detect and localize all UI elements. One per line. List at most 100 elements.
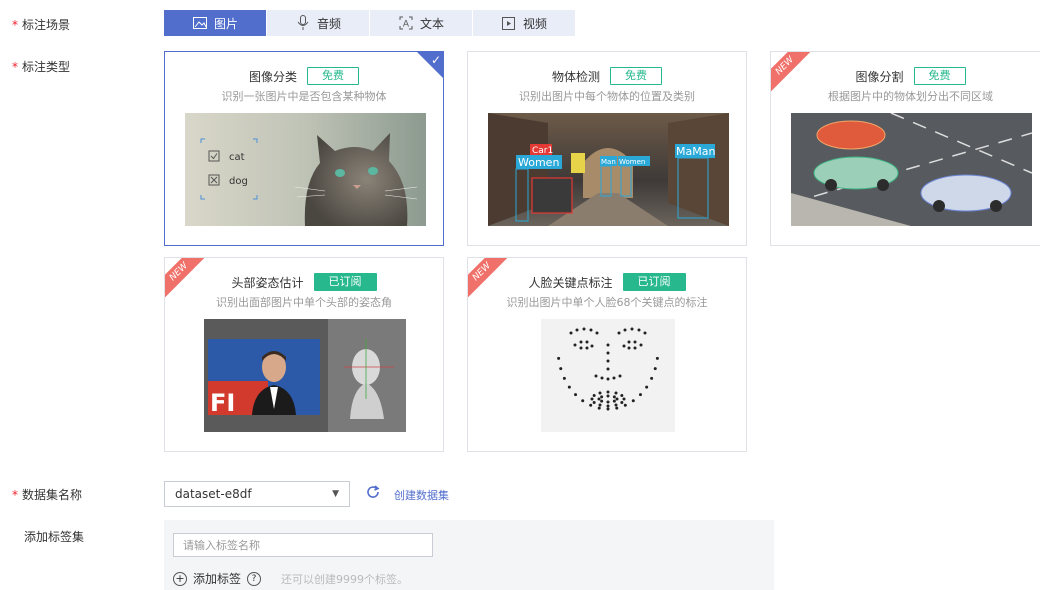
- face-keypoint: [581, 399, 585, 403]
- face-keypoint: [653, 367, 657, 371]
- add-tag-row: + 添加标签 ? 还可以创建9999个标签。: [173, 570, 408, 587]
- face-keypoint: [606, 367, 610, 371]
- card-desc: 识别出图片中单个人脸68个关键点的标注: [506, 296, 708, 309]
- face-keypoint: [597, 397, 601, 401]
- face-keypoint: [612, 376, 616, 380]
- face-keypoint: [579, 340, 583, 344]
- card-face-keypoints[interactable]: 人脸关键点标注 已订阅 识别出图片中单个人脸68个关键点的标注 NEW: [467, 257, 747, 452]
- card-desc: 识别一张图片中是否包含某种物体: [221, 90, 387, 103]
- card-image-classification[interactable]: 图像分类 免费 识别一张图片中是否包含某种物体 cat dog ✓: [164, 51, 444, 246]
- card-desc: 识别出图片中每个物体的位置及类别: [519, 90, 695, 103]
- face-keypoint: [598, 403, 602, 407]
- face-keypoint: [623, 328, 627, 332]
- face-keypoint: [627, 346, 631, 350]
- dataset-value: dataset-e8df: [175, 487, 252, 501]
- face-keypoints-image: [541, 319, 675, 432]
- dataset-select[interactable]: dataset-e8df ▼: [164, 481, 350, 507]
- caret-down-icon: ▼: [332, 489, 339, 499]
- face-keypoint: [655, 356, 659, 360]
- tagset-panel: 请输入标签名称 + 添加标签 ? 还可以创建9999个标签。: [164, 520, 774, 590]
- card-title: 头部姿态估计: [231, 275, 304, 290]
- card-object-detection[interactable]: 物体检测 免费 识别出图片中每个物体的位置及类别 Car1 Women Man W…: [467, 51, 747, 246]
- cat-label: cat: [229, 152, 245, 163]
- tagset-label: 添加标签集: [24, 530, 85, 544]
- women-label-2: Women: [619, 158, 645, 166]
- man-label: Man: [601, 158, 616, 166]
- face-keypoint: [597, 406, 601, 410]
- face-keypoint: [606, 400, 610, 404]
- face-keypoint: [630, 327, 634, 331]
- face-keypoint: [595, 331, 599, 335]
- face-keypoint: [612, 399, 616, 403]
- face-keypoint: [633, 346, 637, 350]
- add-tag-button[interactable]: 添加标签: [193, 570, 241, 587]
- tag-name-input[interactable]: 请输入标签名称: [173, 533, 433, 557]
- face-keypoint: [622, 397, 626, 401]
- man-label-2: MaMan: [676, 145, 715, 158]
- face-keypoint: [575, 328, 579, 332]
- face-keypoint: [582, 327, 586, 331]
- face-keypoint: [618, 374, 622, 378]
- card-title: 图像分类: [248, 69, 297, 84]
- face-keypoint: [612, 395, 616, 399]
- free-badge: 免费: [610, 67, 662, 85]
- refresh-icon[interactable]: [366, 485, 380, 499]
- face-keypoint: [614, 403, 618, 407]
- head-pose-image: FI: [204, 319, 406, 432]
- cat-image: cat dog: [185, 113, 426, 226]
- face-keypoint: [589, 403, 593, 407]
- create-dataset-link[interactable]: 创建数据集: [394, 487, 449, 503]
- face-keypoint: [606, 404, 610, 408]
- face-keypoint: [598, 391, 602, 395]
- face-keypoint: [594, 374, 598, 378]
- face-keypoint: [623, 403, 627, 407]
- face-keypoint: [606, 377, 610, 381]
- face-keypoint: [627, 340, 631, 344]
- card-title: 人脸关键点标注: [528, 275, 613, 290]
- face-keypoint: [633, 340, 637, 344]
- face-keypoint: [600, 395, 604, 399]
- help-icon[interactable]: ?: [247, 571, 262, 586]
- tag-hint: 还可以创建9999个标签。: [281, 572, 409, 586]
- street-image: Car1 Women Man Women MaMan: [488, 113, 729, 226]
- face-keypoint: [579, 346, 583, 350]
- car-label: Car1: [532, 146, 553, 156]
- face-keypoint: [645, 385, 649, 389]
- face-keypoint: [620, 401, 624, 404]
- face-keypoint: [562, 376, 566, 380]
- card-desc: 根据图片中的物体划分出不同区域: [828, 90, 993, 103]
- face-keypoint: [614, 391, 618, 395]
- card-title: 物体检测: [551, 69, 600, 84]
- tab-video[interactable]: 视频: [473, 10, 575, 36]
- face-keypoint: [606, 343, 610, 347]
- card-head-pose-estimation[interactable]: 头部姿态估计 已订阅 识别出面部图片中单个头部的姿态角 FI NEW: [164, 257, 444, 452]
- face-keypoint: [590, 344, 594, 348]
- tab-audio[interactable]: 音频: [267, 10, 369, 36]
- image-icon: [192, 15, 208, 31]
- microphone-icon: [295, 15, 311, 31]
- subscribed-badge: 已订阅: [313, 273, 377, 291]
- add-circle-icon[interactable]: +: [173, 571, 187, 586]
- svg-text:A: A: [403, 20, 410, 30]
- face-keypoint: [600, 376, 604, 380]
- face-keypoint: [606, 407, 610, 411]
- card-image-segmentation[interactable]: 图像分割 免费 根据图片中的物体划分出不同区域 NEW: [770, 51, 1040, 246]
- face-keypoint: [592, 394, 596, 397]
- face-keypoint: [569, 331, 573, 335]
- dog-label: dog: [229, 176, 248, 187]
- tab-text[interactable]: A 文本: [370, 10, 472, 36]
- free-badge: 免费: [913, 67, 966, 85]
- card-desc: 识别出面部图片中单个头部的姿态角: [216, 296, 392, 309]
- face-keypoint: [615, 406, 619, 410]
- face-keypoint: [638, 393, 642, 397]
- face-keypoint: [592, 401, 596, 404]
- video-icon: [501, 15, 517, 31]
- face-keypoint: [606, 390, 610, 394]
- road-image: [791, 113, 1032, 226]
- scene-tabs: 图片 音频 A 文本 视频: [164, 10, 576, 36]
- svg-text:FI: FI: [210, 389, 235, 417]
- tab-image[interactable]: 图片: [164, 10, 266, 36]
- text-icon: A: [398, 15, 414, 31]
- scene-label: * 标注场景: [12, 18, 71, 32]
- free-badge: 免费: [307, 67, 359, 85]
